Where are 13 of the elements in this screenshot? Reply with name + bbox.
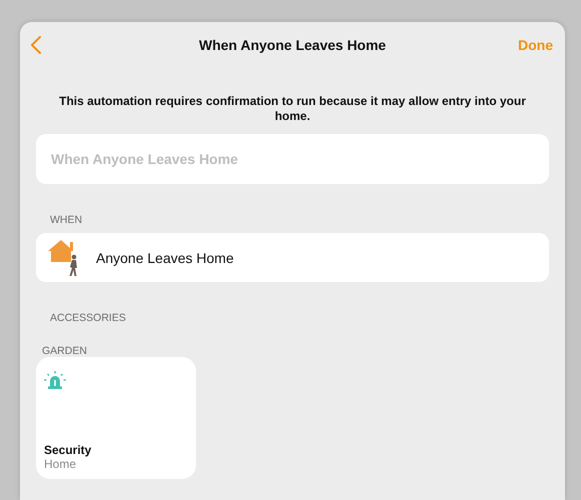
accessory-tile[interactable]: Security Home xyxy=(36,357,196,479)
trigger-label: Anyone Leaves Home xyxy=(96,250,234,266)
back-button[interactable] xyxy=(30,36,42,54)
name-field[interactable]: When Anyone Leaves Home xyxy=(36,134,549,184)
nav-title: When Anyone Leaves Home xyxy=(198,37,387,53)
section-header: ACCESSORIES xyxy=(50,312,127,326)
room-header: GARDEN xyxy=(42,345,88,357)
notice-text: This automation requires confirmation to run because it may allow entry into your home. xyxy=(58,94,527,124)
siren-icon xyxy=(44,371,66,389)
accessory-name: Security xyxy=(44,443,92,457)
trigger-row[interactable]: Anyone Leaves Home xyxy=(36,233,549,282)
accessory-room: Home xyxy=(44,457,78,471)
section-header: WHEN xyxy=(50,214,84,228)
